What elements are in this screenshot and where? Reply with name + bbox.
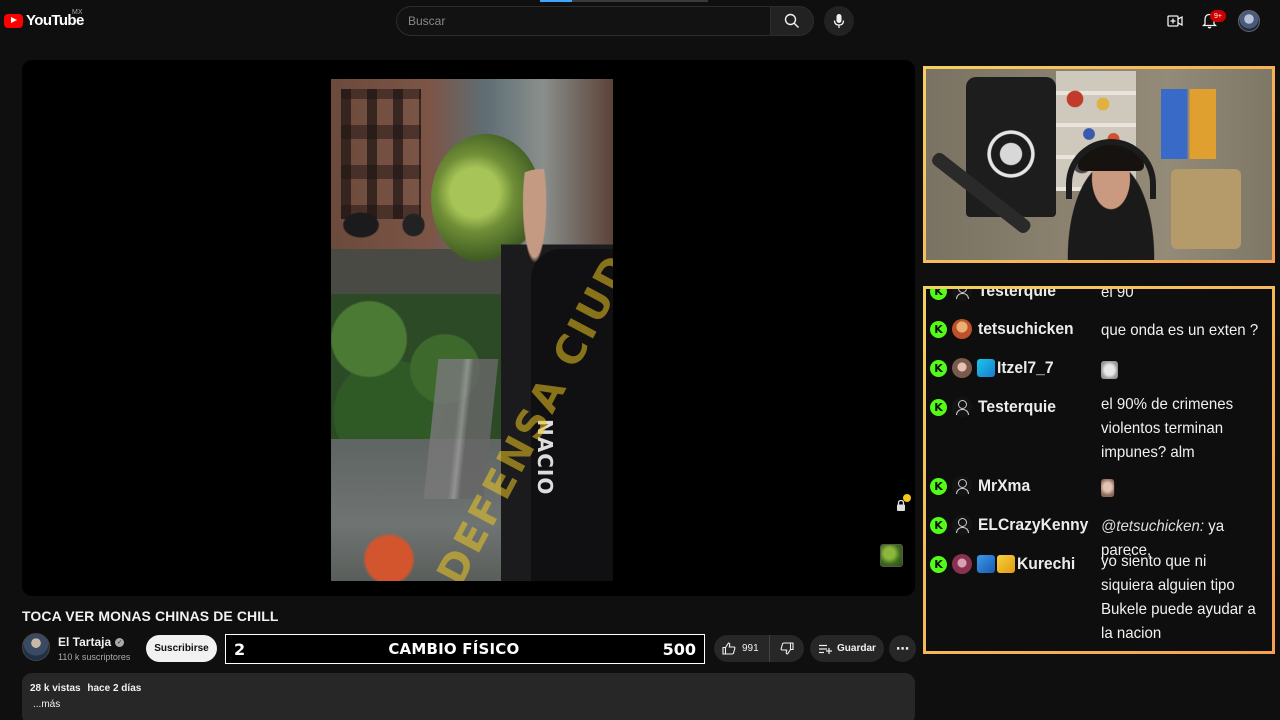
search-input[interactable] (408, 14, 770, 28)
chat-message: K Itzel7_7 (930, 358, 1272, 379)
upload-age: hace 2 días (87, 683, 142, 694)
playlist-add-icon (819, 644, 832, 654)
channel-name-link[interactable]: El Tartaja ✓ (58, 635, 125, 649)
face-emote-icon (1101, 478, 1115, 497)
webcam-overlay (923, 66, 1275, 263)
video-title: TOCA VER MONAS CHINAS DE CHILL (22, 608, 279, 624)
more-actions-button[interactable]: ⋯ (889, 635, 916, 662)
search-button[interactable] (770, 6, 814, 36)
country-code: MX (72, 9, 83, 16)
save-label: Guardar (837, 643, 876, 654)
chat-message: K Kurechi yo siento que ni siquiera algu… (930, 553, 1272, 642)
goal-left-value: 2 (234, 639, 246, 659)
video-frame: NACIO DEFENSA CIUDADANA (331, 79, 613, 581)
user-avatar-icon (952, 289, 972, 301)
like-count: 991 (742, 643, 759, 654)
more-horizontal-icon: ⋯ (896, 640, 909, 656)
show-more-link[interactable]: ...más (33, 699, 907, 710)
thumbs-up-icon (722, 642, 736, 655)
moderator-badge-icon (977, 555, 995, 573)
channel-name: El Tartaja (58, 635, 112, 649)
chat-overlay: K Testerquie el 90 K tetsuchicken que on… (923, 286, 1275, 654)
crown-badge-icon (997, 555, 1015, 573)
chat-username: ELCrazyKenny (978, 515, 1089, 534)
youtube-logo[interactable]: YouTube MX (4, 9, 84, 29)
user-avatar (952, 554, 972, 574)
youtube-logo-icon (4, 13, 23, 28)
subscriber-count: 110 k suscriptores (58, 652, 131, 662)
search-icon (784, 13, 799, 28)
video-stats: 28 k vistas hace 2 días (30, 683, 907, 694)
lock-icon[interactable] (893, 494, 911, 513)
goal-right-value: 500 (662, 639, 696, 659)
verified-check-icon: ✓ (115, 637, 125, 647)
kick-badge-icon: K (930, 556, 947, 573)
goal-bar-overlay: 2 CAMBIO FÍSICO 500 (225, 634, 705, 664)
kick-badge-icon: K (930, 321, 947, 338)
page-load-progress (540, 0, 708, 2)
user-avatar (952, 319, 972, 339)
chat-message: K MrXma (930, 476, 1272, 497)
voice-search-button[interactable] (824, 6, 854, 36)
channel-watermark-thumbnail[interactable] (880, 544, 903, 567)
like-button[interactable]: 991 (714, 635, 770, 662)
top-bar: YouTube MX 9+ (0, 0, 1280, 42)
chat-mention: @tetsuchicken: (1101, 518, 1205, 535)
kick-badge-icon: K (930, 517, 947, 534)
user-avatar-icon (952, 515, 972, 535)
microphone-icon (833, 14, 845, 28)
channel-avatar[interactable] (22, 633, 50, 661)
chat-message: K ELCrazyKenny @tetsuchicken: ya parece, (930, 515, 1272, 559)
user-avatar-icon (952, 476, 972, 496)
video-player[interactable]: NACIO DEFENSA CIUDADANA (22, 60, 915, 596)
create-button[interactable] (1165, 11, 1185, 31)
kick-badge-icon: K (930, 360, 947, 377)
description-box[interactable]: 28 k vistas hace 2 días ...más (22, 673, 915, 720)
kick-badge-icon: K (930, 289, 947, 300)
subscribe-button[interactable]: Suscribirse (146, 635, 217, 662)
user-avatar (952, 358, 972, 378)
goal-label: CAMBIO FÍSICO (388, 640, 520, 658)
chat-message: K Testerquie el 90% de crimenes violento… (930, 396, 1272, 461)
chat-username: Testerquie (978, 397, 1056, 416)
chat-username: tetsuchicken (978, 319, 1074, 338)
save-button[interactable]: Guardar (810, 635, 884, 662)
chat-text: el 90 (1101, 286, 1134, 301)
chat-message: K Testerquie el 90 (930, 286, 1272, 301)
chat-text: yo siento que ni siquiera alguien tipo B… (1101, 553, 1256, 642)
view-count: 28 k vistas (30, 683, 81, 694)
subscriber-badge-icon (977, 359, 995, 377)
chat-emote (1101, 476, 1263, 500)
chat-message: K tetsuchicken que onda es un exten ? (930, 319, 1272, 339)
dislike-button[interactable] (770, 635, 804, 662)
chat-username: Itzel7_7 (997, 358, 1054, 377)
search-box[interactable] (396, 6, 770, 36)
chat-text: que onda es un exten ? (1101, 322, 1259, 339)
kick-badge-icon: K (930, 478, 947, 495)
cat-emote-icon (1101, 360, 1118, 379)
chat-username: Testerquie (978, 286, 1056, 300)
avatar[interactable] (1238, 10, 1260, 32)
chat-username: MrXma (978, 476, 1031, 495)
create-video-icon (1167, 15, 1183, 27)
chat-emote (1101, 358, 1263, 382)
user-avatar-icon (952, 397, 972, 417)
notification-count-badge: 9+ (1210, 10, 1226, 22)
chat-text: el 90% de crimenes violentos terminan im… (1101, 396, 1234, 461)
thumbs-down-icon (780, 642, 794, 655)
kick-badge-icon: K (930, 399, 947, 416)
like-dislike-group: 991 (714, 635, 804, 662)
